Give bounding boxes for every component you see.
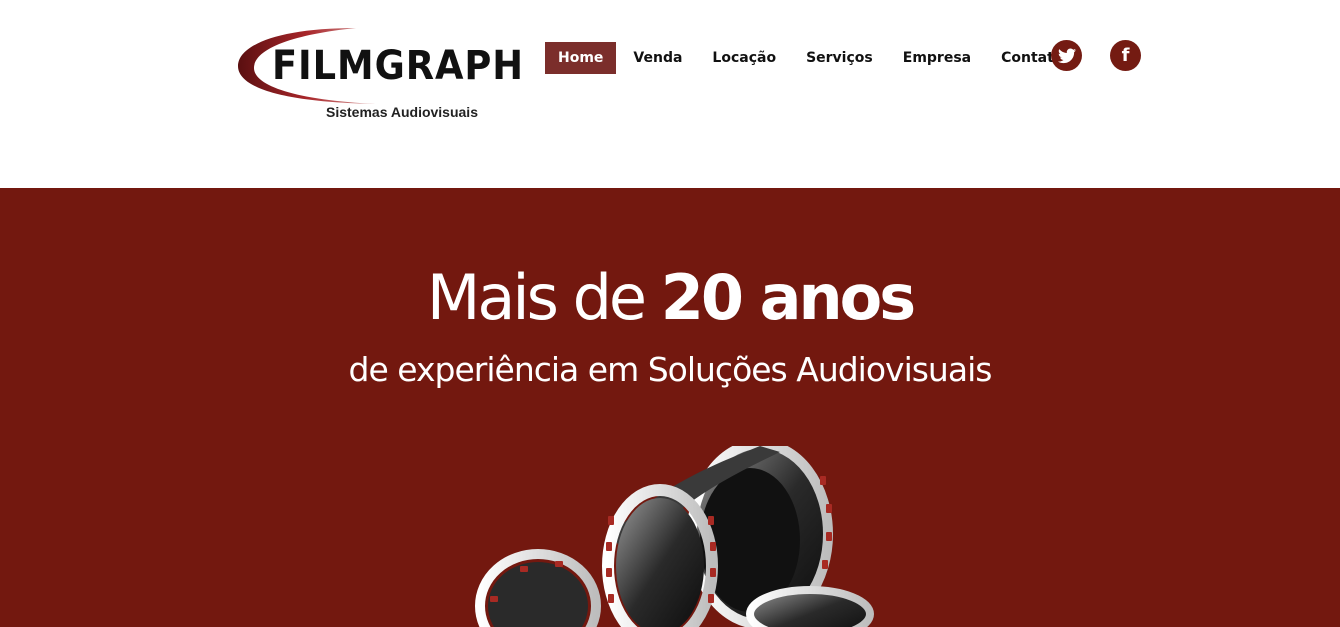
hero-title: Mais de 20 anos <box>0 260 1340 336</box>
logo-tagline: Sistemas Audiovisuais <box>326 104 478 120</box>
logo-wordmark: FILMGRAPH <box>272 43 524 89</box>
hero-subtitle: de experiência em Soluções Audiovisuais <box>348 350 993 389</box>
nav-item-home[interactable]: Home <box>545 42 617 74</box>
site-header: FILMGRAPH Sistemas Audiovisuais Home Ven… <box>0 0 1340 188</box>
facebook-button[interactable]: f <box>1110 40 1141 71</box>
nav-item-empresa[interactable]: Empresa <box>890 42 984 74</box>
hero-banner: Mais de 20 anos de experiência em Soluçõ… <box>0 188 1340 627</box>
hero-title-light: Mais de <box>426 261 661 334</box>
hero-title-bold: 20 anos <box>660 261 916 334</box>
facebook-icon: f <box>1121 44 1130 66</box>
nav-item-servicos[interactable]: Serviços <box>793 42 886 74</box>
nav-item-venda[interactable]: Venda <box>620 42 695 74</box>
nav-item-locacao[interactable]: Locação <box>699 42 789 74</box>
film-reel-illustration <box>475 446 874 627</box>
filmgraph-logo[interactable]: FILMGRAPH Sistemas Audiovisuais <box>236 24 523 124</box>
twitter-icon <box>1057 48 1076 63</box>
main-nav: Home Venda Locação Serviços Empresa Cont… <box>545 42 1080 74</box>
twitter-button[interactable] <box>1051 40 1082 71</box>
